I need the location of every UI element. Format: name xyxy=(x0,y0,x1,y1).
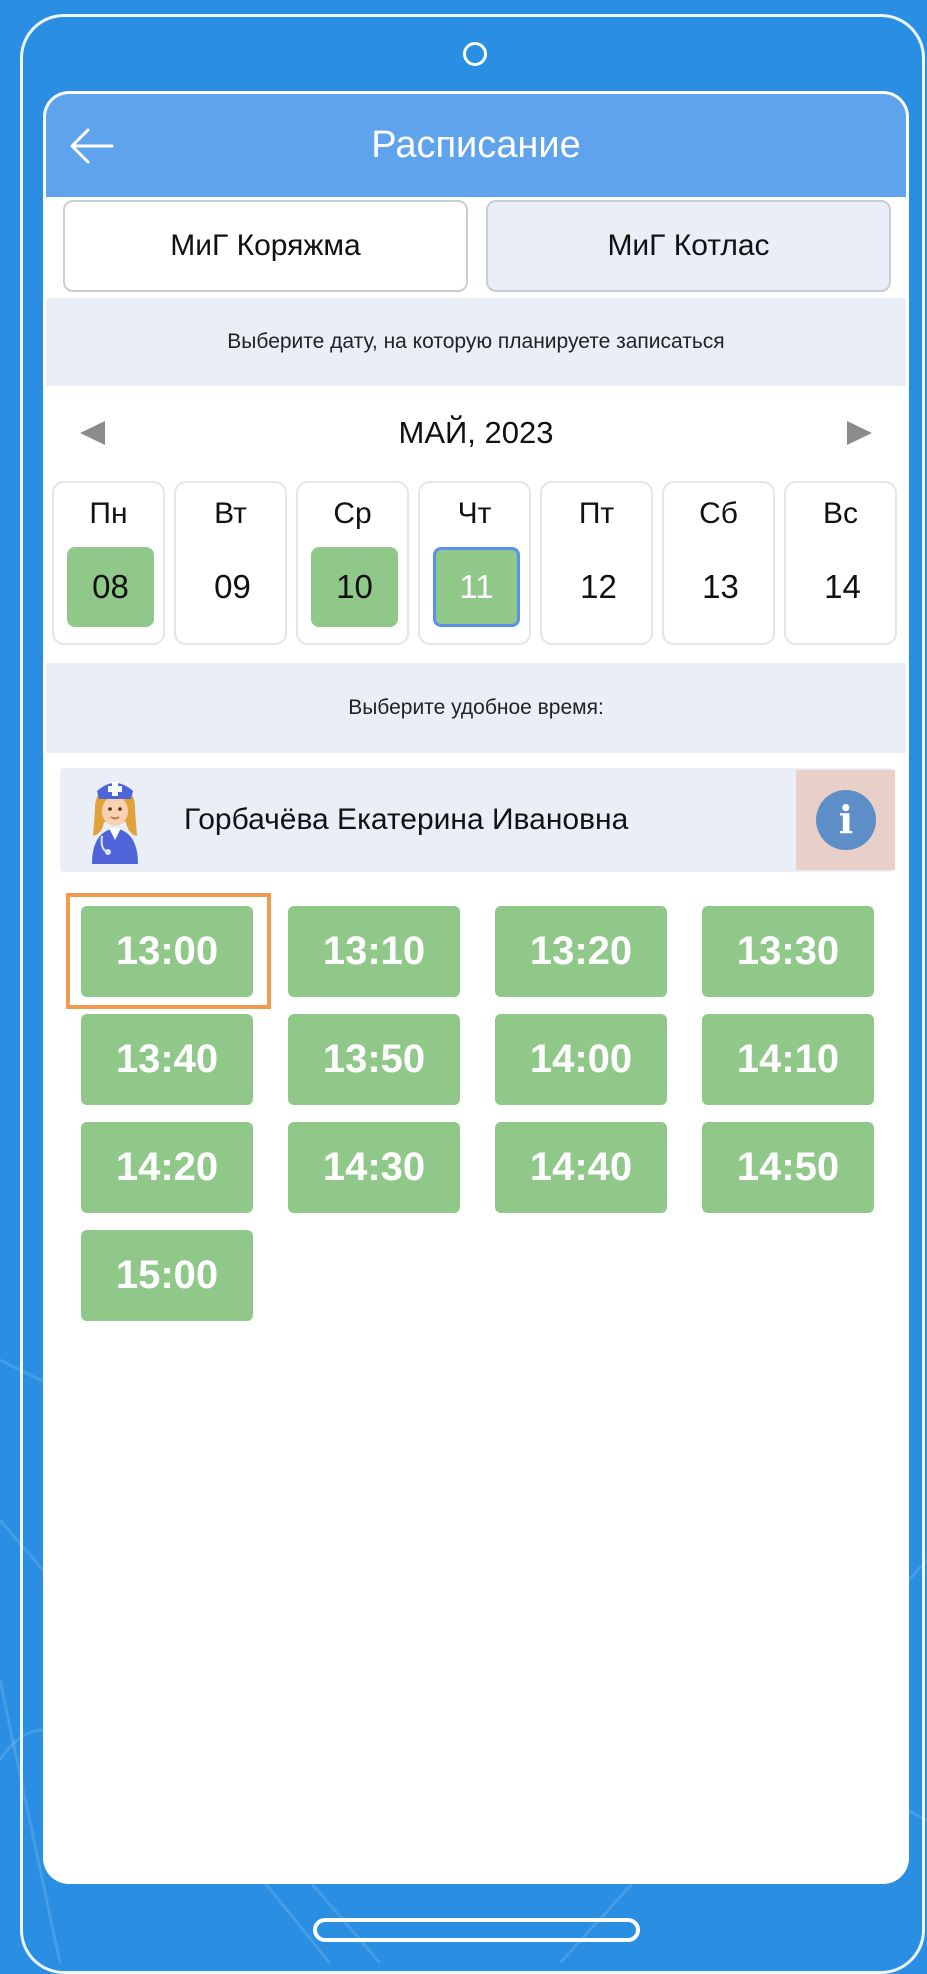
day-name: Пт xyxy=(578,497,615,530)
day-card-thu[interactable]: Чт 11 xyxy=(418,481,531,645)
day-card-wed[interactable]: Ср 10 xyxy=(296,481,409,645)
time-slot[interactable]: 13:50 xyxy=(288,1014,460,1105)
day-name: Чт xyxy=(457,497,492,530)
day-name: Сб xyxy=(699,497,738,530)
time-slot[interactable]: 13:40 xyxy=(81,1014,253,1105)
time-slot[interactable]: 13:20 xyxy=(495,906,667,997)
day-number: 14 xyxy=(824,568,861,605)
home-indicator[interactable] xyxy=(313,1918,640,1942)
clinic-tab-koryazhma[interactable]: МиГ Коряжма xyxy=(63,200,468,292)
time-slot[interactable]: 14:30 xyxy=(288,1122,460,1213)
day-card-sun[interactable]: Вс 14 xyxy=(784,481,897,645)
page-title: Расписание xyxy=(371,124,581,166)
time-slot[interactable]: 14:40 xyxy=(495,1122,667,1213)
time-slot[interactable]: 14:20 xyxy=(81,1122,253,1213)
doctor-row[interactable]: Горбачёва Екатерина Ивановна i xyxy=(60,768,895,872)
day-name: Вс xyxy=(822,497,858,530)
nurse-avatar-icon xyxy=(92,782,138,864)
day-name: Пн xyxy=(89,497,128,530)
month-navigator: МАЙ, 2023 xyxy=(46,386,906,480)
time-slot[interactable]: 13:30 xyxy=(702,906,874,997)
info-button[interactable]: i xyxy=(796,770,895,870)
day-card-tue[interactable]: Вт 09 xyxy=(174,481,287,645)
day-number: 10 xyxy=(311,547,398,627)
date-hint: Выберите дату, на которую планируете зап… xyxy=(46,298,906,386)
app-header: Расписание xyxy=(46,94,906,197)
time-slot[interactable]: 14:00 xyxy=(495,1014,667,1105)
app-screen: Расписание МиГ Коряжма МиГ Котлас Выбери… xyxy=(43,91,909,1884)
time-slot[interactable]: 13:00 xyxy=(81,906,253,997)
day-number: 09 xyxy=(214,568,251,605)
doctor-name: Горбачёва Екатерина Ивановна xyxy=(184,803,629,836)
camera-icon xyxy=(463,42,487,66)
day-card-sat[interactable]: Сб 13 xyxy=(662,481,775,645)
triangle-right-icon[interactable] xyxy=(838,413,878,453)
day-card-fri[interactable]: Пт 12 xyxy=(540,481,653,645)
clinic-tab-kotlas[interactable]: МиГ Котлас xyxy=(486,200,891,292)
time-slot[interactable]: 14:50 xyxy=(702,1122,874,1213)
month-label: МАЙ, 2023 xyxy=(398,415,554,450)
day-number: 12 xyxy=(580,568,617,605)
day-number: 13 xyxy=(702,568,739,605)
day-number: 08 xyxy=(67,547,154,627)
day-number: 11 xyxy=(433,547,520,627)
day-name: Вт xyxy=(214,497,247,530)
day-card-mon[interactable]: Пн 08 xyxy=(52,481,165,645)
time-slot[interactable]: 15:00 xyxy=(81,1230,253,1321)
time-slot[interactable]: 14:10 xyxy=(702,1014,874,1105)
info-icon: i xyxy=(816,790,876,850)
day-name: Ср xyxy=(333,497,372,530)
time-slot[interactable]: 13:10 xyxy=(288,906,460,997)
time-hint: Выберите удобное время: xyxy=(46,663,906,753)
